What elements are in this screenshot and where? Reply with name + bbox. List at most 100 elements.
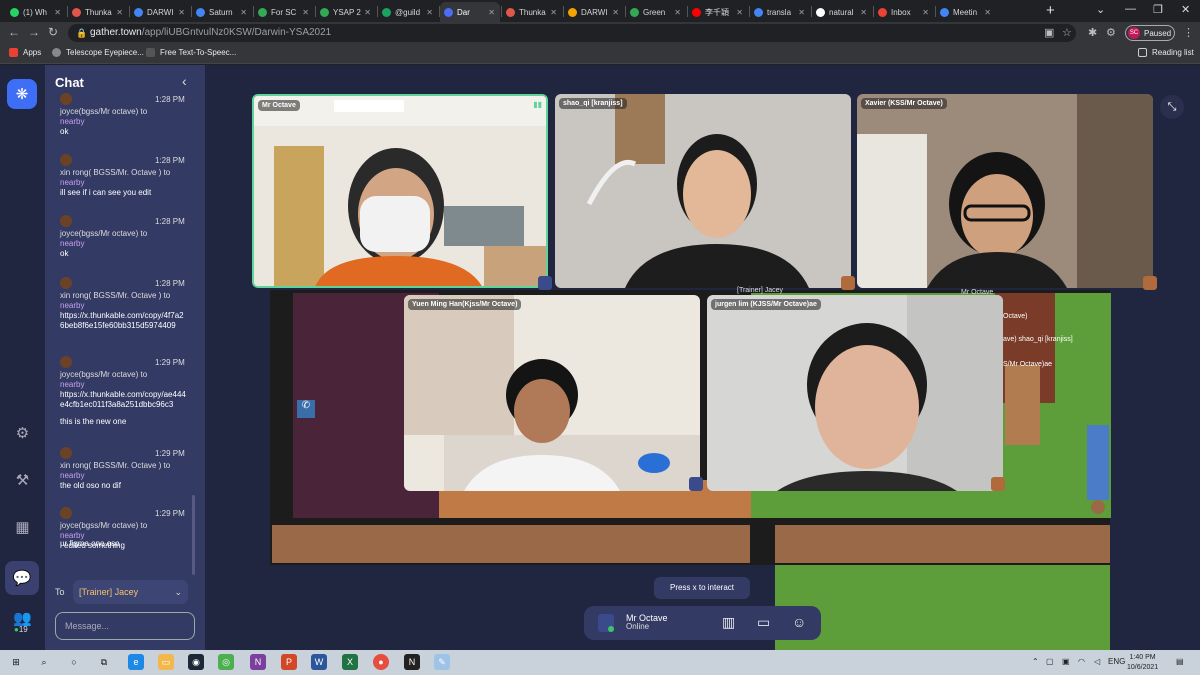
close-tab-icon[interactable]: ✕ — [860, 8, 867, 17]
phone-icon[interactable]: ✆ — [297, 400, 315, 418]
close-tab-icon[interactable]: ✕ — [54, 8, 61, 17]
chevron-left-icon[interactable]: ‹ — [182, 73, 187, 89]
new-tab-button[interactable]: + — [1046, 2, 1055, 19]
video-tile-shao-qi[interactable]: shao_qi [kranjiss] — [555, 94, 851, 288]
close-tab-icon[interactable]: ✕ — [798, 8, 805, 17]
browser-tab[interactable]: YSAP 2 ✕ — [316, 2, 376, 22]
restore-window-button[interactable]: ❐ — [1153, 3, 1163, 16]
message-sender[interactable]: joyce(bgss/Mr octave) to — [60, 229, 188, 239]
avatar[interactable] — [841, 276, 855, 290]
build-hammer-icon[interactable]: ⚒ — [10, 467, 35, 492]
browser-tab[interactable]: Green ✕ — [626, 2, 686, 22]
bookmark-telescope[interactable]: Telescope Eyepiece... — [52, 48, 144, 57]
avatar[interactable] — [60, 215, 72, 227]
task-view-icon[interactable]: ⧉ — [96, 654, 112, 670]
message-sender[interactable]: xin rong( BGSS/Mr. Octave ) to — [60, 291, 188, 301]
cortana-icon[interactable]: ○ — [66, 654, 82, 670]
gather-logo-icon[interactable]: ❋ — [7, 79, 37, 109]
notion-icon[interactable]: N — [404, 654, 420, 670]
gear-icon[interactable]: ⚙ — [10, 420, 35, 445]
profile-paused-button[interactable]: SC Paused — [1125, 25, 1175, 41]
message-sender[interactable]: joyce(bgss/Mr octave) to — [60, 107, 188, 117]
tab-search-icon[interactable]: ⌄ — [1096, 3, 1105, 16]
browser-tab[interactable]: DARWI ✕ — [564, 2, 624, 22]
close-tab-icon[interactable]: ✕ — [550, 8, 557, 17]
bookmark-apps[interactable]: Apps — [9, 48, 41, 57]
close-tab-icon[interactable]: ✕ — [302, 8, 309, 17]
camera-icon[interactable]: ▣ — [1044, 26, 1054, 39]
browser-tab[interactable]: Thunka ✕ — [68, 2, 128, 22]
avatar[interactable] — [538, 276, 552, 290]
notifications-icon[interactable]: ▤ — [1176, 657, 1184, 666]
browser-tab[interactable]: transla ✕ — [750, 2, 810, 22]
close-tab-icon[interactable]: ✕ — [488, 8, 495, 17]
close-tab-icon[interactable]: ✕ — [922, 8, 929, 17]
avatar[interactable] — [60, 154, 72, 166]
reload-icon[interactable]: ↻ — [48, 25, 58, 39]
message-sender[interactable]: xin rong( BGSS/Mr. Octave ) to — [60, 168, 188, 178]
word-icon[interactable]: W — [311, 654, 327, 670]
close-tab-icon[interactable]: ✕ — [426, 8, 433, 17]
browser-tab[interactable]: For SC ✕ — [254, 2, 314, 22]
chat-bubbles-icon[interactable]: 💬 — [5, 561, 39, 595]
close-tab-icon[interactable]: ✕ — [674, 8, 681, 17]
avatar[interactable] — [60, 356, 72, 368]
video-tile-xavier[interactable]: Xavier (KSS/Mr Octave) — [857, 94, 1153, 288]
message-sender[interactable]: xin rong( BGSS/Mr. Octave ) to — [60, 461, 188, 471]
browser-tab[interactable]: DARWI ✕ — [130, 2, 190, 22]
video-tile-mr-octave[interactable]: Mr Octave ▮▮ — [252, 94, 548, 288]
clock[interactable]: 1:40 PM 10/6/2021 — [1127, 653, 1158, 673]
steam-icon[interactable]: ◉ — [188, 654, 204, 670]
chrome-icon[interactable]: ◎ — [218, 654, 234, 670]
browser-tab[interactable]: natural ✕ — [812, 2, 872, 22]
avatar[interactable] — [60, 93, 72, 105]
close-tab-icon[interactable]: ✕ — [364, 8, 371, 17]
browser-tab[interactable]: Inbox ✕ — [874, 2, 934, 22]
forward-arrow-icon[interactable]: → — [28, 25, 40, 39]
browser-tab[interactable]: Thunka ✕ — [502, 2, 562, 22]
avatar[interactable] — [689, 477, 703, 491]
onenote-icon[interactable]: N — [250, 654, 266, 670]
video-tile-yuen-ming-han[interactable]: Yuen Ming Han(Kjss/Mr Octave) — [404, 295, 700, 491]
chat-scrollbar[interactable] — [192, 495, 195, 575]
search-icon[interactable]: ⌕ — [36, 654, 52, 670]
map-icon[interactable]: ▥ — [722, 614, 735, 631]
message-sender[interactable]: joyce(bgss/Mr octave) to — [60, 521, 188, 531]
file-explorer-icon[interactable]: ▭ — [158, 654, 174, 670]
settings-gear-icon[interactable]: ⚙ — [1106, 26, 1116, 39]
kebab-menu-icon[interactable]: ⋮ — [1183, 26, 1194, 39]
screen-share-icon[interactable]: ▭ — [757, 614, 770, 631]
extensions-puzzle-icon[interactable]: ✱ — [1088, 26, 1097, 39]
chevron-up-icon[interactable]: ⌃ — [1032, 657, 1039, 666]
tray-icon[interactable]: ▣ — [1062, 657, 1070, 666]
minimize-window-button[interactable]: — — [1125, 3, 1136, 15]
address-bar[interactable]: 🔒 gather.town/app/liUBGntvulNz0KSW/Darwi… — [68, 24, 1076, 42]
close-tab-icon[interactable]: ✕ — [240, 8, 247, 17]
message-input[interactable]: Message... — [55, 612, 195, 640]
powerpoint-icon[interactable]: P — [281, 654, 297, 670]
wifi-icon[interactable]: ◠ — [1078, 657, 1085, 666]
avatar[interactable] — [1143, 276, 1157, 290]
video-tile-jurgen-lim[interactable]: jurgen lim (KJSS/Mr Octave)ae — [707, 295, 1003, 491]
browser-tab[interactable]: Meetin ✕ — [936, 2, 996, 22]
language-indicator[interactable]: ENG — [1108, 657, 1125, 666]
avatar[interactable] — [60, 277, 72, 289]
close-tab-icon[interactable]: ✕ — [178, 8, 185, 17]
avatar[interactable] — [991, 477, 1005, 491]
tray-icon[interactable]: ▢ — [1046, 657, 1054, 666]
avatar[interactable] — [60, 507, 72, 519]
bookmark-tts[interactable]: Free Text-To-Speec... — [146, 48, 236, 57]
chrome-profile-icon[interactable]: ● — [373, 654, 389, 670]
paint-icon[interactable]: ✎ — [434, 654, 450, 670]
calendar-icon[interactable]: ▦ — [10, 514, 35, 539]
avatar[interactable] — [1091, 500, 1105, 514]
volume-icon[interactable]: ◁ — [1094, 657, 1100, 666]
back-arrow-icon[interactable]: ← — [8, 25, 20, 39]
browser-tab[interactable]: (1) Wh ✕ — [6, 2, 66, 22]
star-bookmark-icon[interactable]: ☆ — [1062, 26, 1072, 39]
edge-icon[interactable]: e — [128, 654, 144, 670]
browser-tab[interactable]: Saturn ✕ — [192, 2, 252, 22]
close-tab-icon[interactable]: ✕ — [736, 8, 743, 17]
close-tab-icon[interactable]: ✕ — [116, 8, 123, 17]
windows-start-icon[interactable]: ⊞ — [8, 654, 24, 670]
